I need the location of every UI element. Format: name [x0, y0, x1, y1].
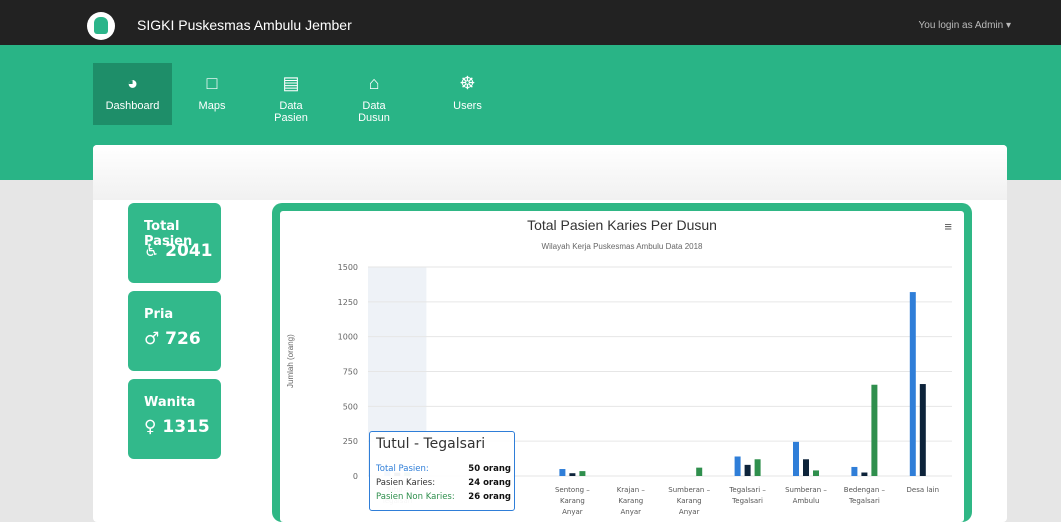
y-tick-label: 1500: [338, 263, 358, 272]
nav-data-dusun[interactable]: ⌂ Data Dusun: [345, 63, 403, 125]
panel-header: [93, 145, 1007, 200]
nav-maps-label: Maps: [198, 100, 226, 112]
chart-tooltip: Tutul - Tegalsari Total Pasien: 50 orang …: [369, 431, 515, 511]
bar: [919, 384, 926, 476]
stat-pria-value: ♂ 726: [144, 329, 201, 349]
y-tick-label: 750: [343, 368, 358, 377]
nav-users[interactable]: ☸ Users: [445, 63, 490, 125]
y-tick-label: 1250: [338, 298, 358, 307]
male-icon: ♂: [144, 329, 160, 349]
user-menu[interactable]: You login as Admin ▾: [919, 20, 1012, 31]
nav-data-pasien[interactable]: ▤ Data Pasien: [262, 63, 320, 125]
bar: [793, 441, 799, 476]
stat-pria: Pria ♂ 726: [128, 291, 221, 371]
stat-wanita-value: ♀ 1315: [144, 417, 210, 437]
x-tick-label: Sumberan – Ambulu: [785, 486, 827, 505]
bar: [734, 456, 741, 476]
tooltip-value-total: 50 orang: [468, 464, 511, 474]
tooltip-label-total: Total Pasien:: [376, 464, 429, 474]
x-tick-label: Bedengan – Tegalsari: [844, 486, 886, 505]
x-tick-label: Desa lain: [907, 486, 939, 494]
nav-data-dusun-label: Data Dusun: [358, 100, 390, 124]
bar: [909, 292, 916, 476]
bar: [696, 467, 703, 476]
stat-wanita-title: Wanita: [144, 395, 196, 410]
bar: [754, 459, 761, 476]
y-tick-label: 250: [343, 437, 358, 446]
tooltip-row-total: Total Pasien: 50 orang: [376, 464, 511, 474]
bar: [851, 466, 858, 476]
stat-wanita: Wanita ♀ 1315: [128, 379, 221, 459]
tooltip-value-karies: 24 orang: [468, 478, 511, 488]
nav-data-pasien-label: Data Pasien: [274, 100, 308, 124]
nav-maps[interactable]: □ Maps: [188, 63, 236, 125]
wheelchair-icon: ♿: [144, 241, 160, 261]
stat-total-number: 2041: [165, 241, 213, 261]
x-tick-label: Tegalsari – Tegalsari: [728, 486, 766, 505]
x-tick-label: Krajan – Karang Anyar: [617, 486, 646, 516]
stat-wanita-number: 1315: [162, 417, 210, 437]
stat-total-value: ♿ 2041: [144, 241, 213, 261]
female-icon: ♀: [144, 417, 157, 437]
bar: [579, 471, 586, 476]
briefcase-icon: ▤: [282, 73, 300, 93]
bar: [569, 473, 576, 476]
nav-dashboard-label: Dashboard: [105, 100, 160, 112]
bar: [861, 472, 868, 476]
dashboard-icon: ◕: [127, 73, 138, 93]
tooth-icon: [94, 17, 108, 34]
y-tick-label: 0: [353, 472, 358, 481]
tooltip-value-non-karies: 26 orang: [468, 492, 511, 502]
y-tick-label: 1000: [338, 333, 358, 342]
tooltip-title: Tutul - Tegalsari: [376, 436, 486, 452]
bar: [744, 464, 751, 476]
bar: [813, 470, 819, 476]
bar: [803, 459, 809, 476]
stat-pria-title: Pria: [144, 307, 174, 322]
tooltip-row-non-karies: Pasien Non Karies: 26 orang: [376, 492, 511, 502]
app-logo[interactable]: [87, 12, 115, 40]
y-tick-label: 500: [343, 402, 358, 411]
bar: [871, 384, 878, 476]
users-icon: ☸: [459, 73, 476, 93]
tooltip-label-karies: Pasien Karies:: [376, 478, 436, 488]
stat-total-pasien: Total Pasien ♿ 2041: [128, 203, 221, 283]
nav-dashboard[interactable]: ◕ Dashboard: [93, 63, 172, 125]
brand-title[interactable]: SIGKI Puskesmas Ambulu Jember: [137, 17, 352, 33]
tooltip-row-karies: Pasien Karies: 24 orang: [376, 478, 511, 488]
stat-pria-number: 726: [165, 329, 201, 349]
home-icon: ⌂: [368, 73, 380, 93]
monitor-icon: □: [206, 73, 218, 93]
x-tick-label: Sumberan – Karang Anyar: [668, 486, 710, 516]
nav-users-label: Users: [453, 100, 482, 112]
bar: [559, 469, 566, 476]
x-tick-label: Sentong – Karang Anyar: [555, 486, 590, 516]
tooltip-label-non-karies: Pasien Non Karies:: [376, 492, 455, 502]
